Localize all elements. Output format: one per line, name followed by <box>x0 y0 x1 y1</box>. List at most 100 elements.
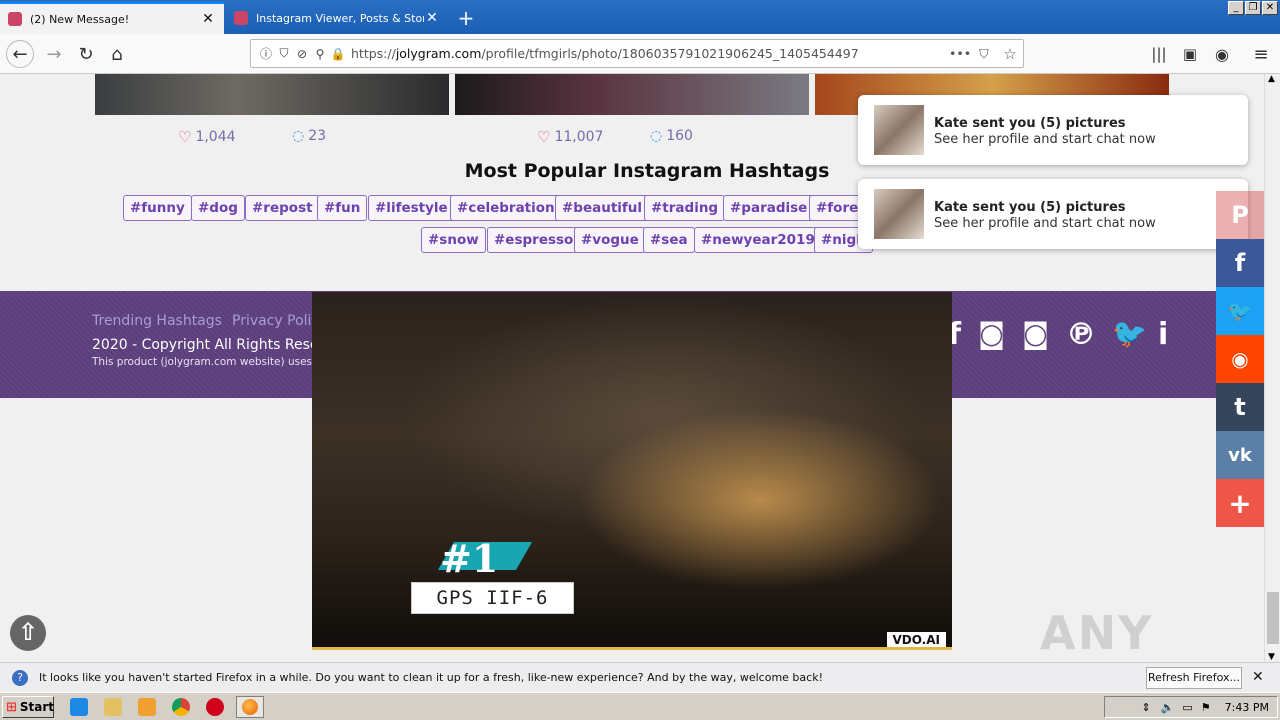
firefox-taskbar-button[interactable] <box>236 696 264 718</box>
permissions-icon[interactable]: ⊘ <box>293 47 311 61</box>
hashtag-link[interactable]: #lifestyle <box>368 195 455 221</box>
close-icon[interactable]: ✕ <box>1252 669 1264 685</box>
heart-icon: ♡ <box>537 128 551 146</box>
reddit-share-button[interactable]: ◉ <box>1216 335 1264 383</box>
menu-icon[interactable]: ≡ <box>1247 40 1275 68</box>
tab-instagram-viewer[interactable]: Instagram Viewer, Posts & Story & ✕ <box>226 2 448 34</box>
chrome-icon[interactable] <box>172 698 190 716</box>
back-button[interactable]: ← <box>6 40 34 68</box>
tab-bar: (2) New Message! ✕ Instagram Viewer, Pos… <box>0 0 1280 34</box>
trending-hashtags-link[interactable]: Trending Hashtags <box>92 313 222 329</box>
pinterest-icon[interactable]: ℗ <box>1066 317 1096 352</box>
vdo-ai-logo[interactable]: VDO.AI <box>886 632 946 648</box>
sidebar-icon[interactable]: ▣ <box>1176 40 1204 68</box>
tab-new-message[interactable]: (2) New Message! ✕ <box>0 2 224 34</box>
ie-icon[interactable] <box>70 698 88 716</box>
twitter-icon[interactable]: 🐦 <box>1112 317 1147 350</box>
scroll-to-top-button[interactable]: ⇧ <box>10 615 46 651</box>
hashtag-link[interactable]: #funny <box>123 195 192 221</box>
opera-icon[interactable] <box>206 698 224 716</box>
heart-icon: ♡ <box>178 128 192 146</box>
hashtag-link[interactable]: #sea <box>643 227 695 253</box>
media-player-icon[interactable] <box>138 698 156 716</box>
explorer-icon[interactable] <box>104 698 122 716</box>
comment-icon: ◌ <box>650 128 663 144</box>
question-icon: ? <box>12 669 28 686</box>
facebook-share-button[interactable]: f <box>1216 239 1264 287</box>
instagram-icon[interactable]: ◙ <box>1022 317 1049 350</box>
hashtag-link[interactable]: #newyear2019 <box>694 227 822 253</box>
reload-button[interactable]: ↻ <box>72 40 100 68</box>
hashtag-link[interactable]: #trading <box>644 195 726 221</box>
notification-message: It looks like you haven't started Firefo… <box>39 671 823 684</box>
tray-arrows-icon[interactable]: ⇕ <box>1141 701 1150 714</box>
hashtag-link[interactable]: #dog <box>191 195 245 221</box>
restore-button[interactable]: ❐ <box>1245 1 1261 15</box>
navigation-toolbar: ← → ↻ ⌂ ⓘ ⛉ ⊘ ⚲ 🔒 https://jolygram.com/p… <box>0 34 1280 74</box>
rank-badge: #1 <box>410 536 533 582</box>
windows-logo-icon: ⊞ <box>6 699 17 715</box>
vertical-scrollbar[interactable]: ▲ ▼ <box>1264 74 1280 662</box>
windows-taskbar: ⊞ Start ⇕ 🔈 ▭ ⚑ 7:43 PM <box>0 692 1280 720</box>
minimize-button[interactable]: _ <box>1228 1 1244 15</box>
tumblr-share-button[interactable]: t <box>1216 383 1264 431</box>
likes-count: ♡ 1,044 <box>178 128 236 146</box>
hashtag-link[interactable]: #celebration <box>450 195 562 221</box>
post-thumbnail[interactable] <box>95 74 449 115</box>
privacy-policy-link[interactable]: Privacy Polic <box>232 313 319 329</box>
network-icon[interactable]: ▭ <box>1182 701 1192 714</box>
instagram-favicon-icon <box>8 12 22 26</box>
chat-notification[interactable]: Kate sent you (5) pictures See her profi… <box>858 179 1248 249</box>
notification-title: Kate sent you (5) pictures <box>934 116 1126 131</box>
product-disclaimer: This product (jolygram.com website) uses… <box>92 356 327 368</box>
close-window-button[interactable]: ✕ <box>1262 1 1278 15</box>
avatar <box>874 105 924 155</box>
link-icon[interactable]: ⚲ <box>311 47 329 61</box>
instagram-icon[interactable]: ◙ <box>978 317 1005 350</box>
notification-title: Kate sent you (5) pictures <box>934 200 1126 215</box>
firefox-icon <box>242 699 258 715</box>
refresh-firefox-button[interactable]: Refresh Firefox... <box>1146 667 1242 689</box>
hashtag-link[interactable]: #paradise <box>723 195 815 221</box>
pinterest-share-button[interactable]: P <box>1216 191 1264 239</box>
hashtag-link[interactable]: #snow <box>421 227 486 253</box>
info-icon[interactable]: ⓘ <box>257 45 275 62</box>
more-share-button[interactable]: + <box>1216 479 1264 527</box>
close-tab-icon[interactable]: ✕ <box>200 11 216 27</box>
twitter-share-button[interactable]: 🐦 <box>1216 287 1264 335</box>
url-text[interactable]: https://jolygram.com/profile/tfmgirls/ph… <box>351 46 859 61</box>
vk-share-button[interactable]: vk <box>1216 431 1264 479</box>
tab-title: Instagram Viewer, Posts & Story & <box>256 11 424 25</box>
flag-icon[interactable]: ⚑ <box>1201 701 1211 714</box>
post-thumbnail[interactable] <box>455 74 809 115</box>
chat-notification[interactable]: Kate sent you (5) pictures See her profi… <box>858 95 1248 165</box>
instagram-favicon-icon <box>234 11 248 25</box>
hashtag-link[interactable]: #repost <box>245 195 320 221</box>
tracking-shield-icon[interactable]: ⛉ <box>275 46 293 61</box>
hashtag-link[interactable]: #vogue <box>574 227 646 253</box>
video-ad-player[interactable]: #1 GPS IIF-6 VDO.AI <box>312 292 952 650</box>
hashtag-link[interactable]: #fun <box>317 195 368 221</box>
pocket-icon[interactable]: ⛉ <box>971 46 997 62</box>
bookmark-star-icon[interactable]: ☆ <box>997 45 1023 63</box>
avatar <box>874 189 924 239</box>
address-bar[interactable]: ⓘ ⛉ ⊘ ⚲ 🔒 https://jolygram.com/profile/t… <box>250 39 1024 68</box>
system-tray: ⇕ 🔈 ▭ ⚑ 7:43 PM <box>1104 696 1278 718</box>
notification-body: See her profile and start chat now <box>934 216 1156 231</box>
video-caption: GPS IIF-6 <box>411 582 574 614</box>
library-icon[interactable]: ||| <box>1145 40 1173 68</box>
account-icon[interactable]: ◉ <box>1208 40 1236 68</box>
close-tab-icon[interactable]: ✕ <box>424 10 440 26</box>
forward-button[interactable]: → <box>40 40 68 68</box>
hashtag-link[interactable]: #beautiful <box>555 195 650 221</box>
start-button[interactable]: ⊞ Start <box>2 696 54 718</box>
info-icon[interactable]: i <box>1158 317 1168 352</box>
scroll-up-arrow-icon[interactable]: ▲ <box>1268 74 1275 84</box>
home-button[interactable]: ⌂ <box>103 40 131 68</box>
new-tab-button[interactable]: + <box>452 2 480 34</box>
page-actions-icon[interactable]: ••• <box>949 46 971 61</box>
lock-icon[interactable]: 🔒 <box>329 47 347 61</box>
firefox-notification-bar: ? It looks like you haven't started Fire… <box>0 662 1280 692</box>
hashtag-link[interactable]: #espresso <box>487 227 581 253</box>
volume-icon[interactable]: 🔈 <box>1161 701 1175 714</box>
